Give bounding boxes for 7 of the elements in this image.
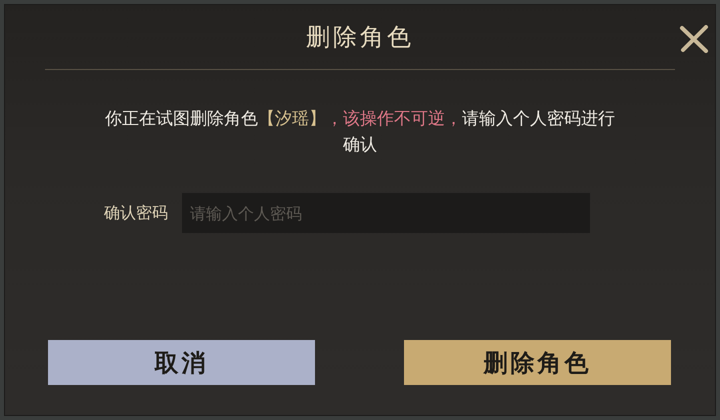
warning-message: 你正在试图删除角色【汐瑶】，该操作不可逆，请输入个人密码进行确认	[105, 108, 615, 157]
dialog-title: 删除角色	[306, 22, 414, 53]
confirm-button[interactable]: 删除角色	[404, 340, 671, 385]
close-icon[interactable]	[679, 25, 709, 53]
field-label: 确认密码	[104, 202, 168, 224]
password-field[interactable]: 请输入个人密码	[182, 193, 590, 233]
cancel-button[interactable]: 取消	[48, 340, 315, 385]
